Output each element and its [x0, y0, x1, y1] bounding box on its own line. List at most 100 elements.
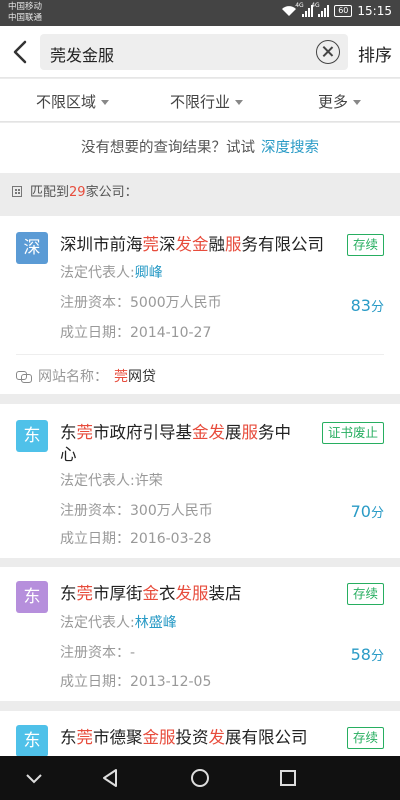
score-unit: 分 [370, 649, 384, 664]
carrier-labels: 中国移动 中国联通 [8, 2, 42, 24]
name-highlight: 服 [225, 235, 242, 254]
name-text: 东 [60, 584, 77, 603]
system-nav-bar [0, 756, 400, 800]
name-highlight: 莞 [76, 584, 94, 603]
sort-button[interactable]: 排序 [358, 41, 392, 66]
founded-date: 成立日期：2014-10-27 [60, 322, 211, 342]
registered-capital: 注册资本：300万人民币 [60, 500, 213, 520]
name-highlight: 莞 [76, 423, 94, 442]
name-highlight: 金 [192, 423, 209, 442]
deep-search-link[interactable]: 深度搜索 [261, 140, 319, 156]
company-name[interactable]: 东莞市德聚金服投资发展有限公司 [60, 727, 308, 749]
battery-icon: 60 [334, 5, 353, 17]
company-avatar: 深 [16, 232, 48, 264]
score: 70分 [351, 502, 384, 521]
date-value: 2016-03-28 [130, 531, 212, 547]
status-indicators: 4G 4G 60 15:15 [281, 2, 392, 18]
name-highlight: 服 [159, 728, 176, 747]
date-label: 成立日期： [60, 325, 130, 341]
name-highlight: 莞 [142, 235, 160, 254]
capital-label: 注册资本： [60, 503, 130, 519]
registered-capital: 注册资本：5000万人民币 [60, 292, 222, 312]
capital-value: 300万人民币 [130, 503, 213, 519]
legal-rep-value[interactable]: 林盛峰 [135, 615, 177, 631]
result-count: 29 [69, 185, 86, 200]
name-text: 市厚街 [93, 584, 143, 603]
filter-bar: 不限区域 不限行业 更多 [0, 79, 400, 122]
score: 58分 [351, 645, 384, 664]
result-count-bar: 匹配到29家公司： [0, 174, 400, 212]
back-triangle-icon[interactable] [88, 756, 132, 800]
legal-rep-label: 法定代表人: [60, 265, 135, 281]
building-icon [12, 186, 22, 197]
chevron-down-icon[interactable] [12, 756, 56, 800]
company-card[interactable]: 东 东莞市政府引导基金发展服务中 心 证书废止 法定代表人:许荣 注册资本：30… [0, 404, 400, 558]
name-text: 市德聚 [93, 728, 143, 747]
date-value: 2013-12-05 [130, 674, 212, 690]
filter-region[interactable]: 不限区域 [36, 91, 110, 112]
filter-industry[interactable]: 不限行业 [170, 91, 244, 112]
capital-label: 注册资本： [60, 645, 130, 661]
legal-rep-value[interactable]: 卿峰 [135, 265, 163, 281]
name-text: 展 [225, 423, 242, 442]
website-label: 网站名称： [38, 369, 108, 385]
name-highlight: 发 [208, 423, 226, 442]
name-highlight: 发 [175, 235, 193, 254]
name-text: 深圳市前海 [60, 235, 143, 254]
home-circle-icon[interactable] [178, 756, 222, 800]
score-unit: 分 [370, 506, 384, 521]
search-input[interactable]: 莞发金服 [40, 34, 348, 70]
network-type-1: 4G [295, 2, 304, 9]
company-name[interactable]: 东莞市政府引导基金发展服务中 心 [60, 422, 291, 466]
clear-icon[interactable] [316, 40, 340, 64]
caret-down-icon [101, 100, 110, 105]
filter-more[interactable]: 更多 [318, 91, 362, 112]
date-label: 成立日期： [60, 531, 130, 547]
company-avatar: 东 [16, 725, 48, 757]
divider [16, 354, 384, 355]
name-text: 展有限公司 [225, 728, 308, 747]
name-text: 深 [159, 235, 176, 254]
name-text: 衣 [159, 584, 176, 603]
filter-industry-label: 不限行业 [170, 93, 231, 111]
website-name: 网贷 [128, 369, 156, 385]
filter-region-label: 不限区域 [36, 93, 97, 111]
name-highlight: 金 [142, 584, 160, 603]
founded-date: 成立日期：2013-12-05 [60, 671, 211, 691]
search-hint: 没有想要的查询结果？试试 深度搜索 [0, 123, 400, 173]
status-badge: 存续 [346, 583, 384, 605]
company-avatar: 东 [16, 581, 48, 613]
network-type-2: 4G [311, 2, 320, 9]
search-query[interactable]: 莞发金服 [50, 42, 114, 66]
name-text: 融 [208, 235, 226, 254]
score-value: 83 [350, 296, 371, 315]
signal-icon-2: 4G [311, 2, 330, 17]
name-highlight: 金 [192, 235, 209, 254]
link-icon [16, 370, 32, 383]
name-highlight: 金 [142, 728, 160, 747]
capital-label: 注册资本： [60, 295, 130, 311]
recents-square-icon[interactable] [266, 756, 310, 800]
company-name[interactable]: 东莞市厚街金衣发服装店 [60, 583, 242, 605]
search-header: 莞发金服 排序 [0, 26, 400, 78]
company-card[interactable]: 深 深圳市前海莞深发金融服务有限公司 存续 法定代表人:卿峰 注册资本：5000… [0, 216, 400, 394]
name-highlight: 服 [192, 584, 209, 603]
website-name-highlight: 莞 [114, 369, 128, 385]
clock: 15:15 [357, 4, 392, 18]
result-suffix: 家公司： [85, 185, 138, 200]
name-text: 务有限公司 [241, 235, 325, 254]
back-arrow-icon[interactable] [8, 38, 34, 66]
company-card[interactable]: 东 东莞市德聚金服投资发展有限公司 存续 [0, 711, 400, 757]
capital-value: - [130, 645, 136, 661]
name-highlight: 发 [208, 728, 226, 747]
status-badge: 证书废止 [321, 422, 384, 444]
name-highlight: 发 [175, 584, 193, 603]
company-name[interactable]: 深圳市前海莞深发金融服务有限公司 [60, 234, 324, 256]
company-card[interactable]: 东 东莞市厚街金衣发服装店 存续 法定代表人:林盛峰 注册资本：- 58分 成立… [0, 567, 400, 701]
score-unit: 分 [370, 300, 384, 315]
name-highlight: 莞 [76, 728, 94, 747]
name-text: 务中 [258, 423, 291, 442]
name-text: 东 [60, 423, 77, 442]
registered-capital: 注册资本：- [60, 642, 135, 662]
score-value: 70 [350, 502, 371, 521]
